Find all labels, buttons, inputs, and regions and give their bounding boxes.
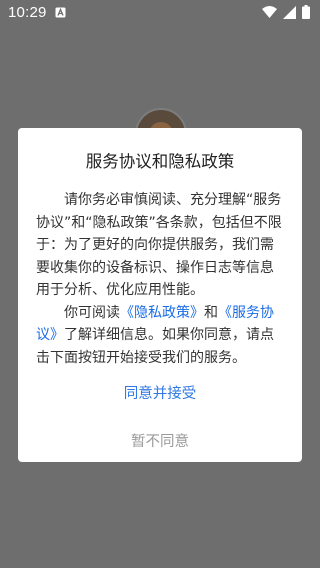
status-right	[262, 5, 310, 19]
status-time: 10:29	[8, 3, 47, 21]
privacy-policy-link[interactable]: 《隐私政策》	[120, 305, 204, 321]
battery-icon	[302, 5, 310, 19]
agree-button[interactable]: 同意并接受	[36, 382, 284, 406]
status-bar: 10:29	[0, 0, 320, 24]
dialog-body: 请你务必审慎阅读、充分理解“服务协议”和“隐私政策”各条款，包括但不限于：为了更…	[36, 189, 284, 369]
dialog-paragraph-1: 请你务必审慎阅读、充分理解“服务协议”和“隐私政策”各条款，包括但不限于：为了更…	[36, 192, 282, 298]
signal-icon	[283, 5, 296, 19]
paragraph-2-middle: 和	[204, 304, 218, 321]
privacy-dialog: 服务协议和隐私政策 请你务必审慎阅读、充分理解“服务协议”和“隐私政策”各条款，…	[18, 128, 302, 462]
status-left: 10:29	[8, 4, 66, 21]
notification-a-icon	[55, 7, 66, 18]
paragraph-2-suffix: 了解详细信息。如果你同意，请点击下面按钮开始接受我们的服务。	[36, 327, 274, 366]
disagree-button[interactable]: 暂不同意	[36, 430, 284, 454]
dialog-paragraph-2: 你可阅读《隐私政策》和《服务协议》了解详细信息。如果你同意，请点击下面按钮开始接…	[36, 302, 284, 370]
paragraph-2-prefix: 你可阅读	[64, 304, 120, 321]
dialog-title: 服务协议和隐私政策	[85, 152, 235, 171]
wifi-icon	[262, 6, 277, 18]
